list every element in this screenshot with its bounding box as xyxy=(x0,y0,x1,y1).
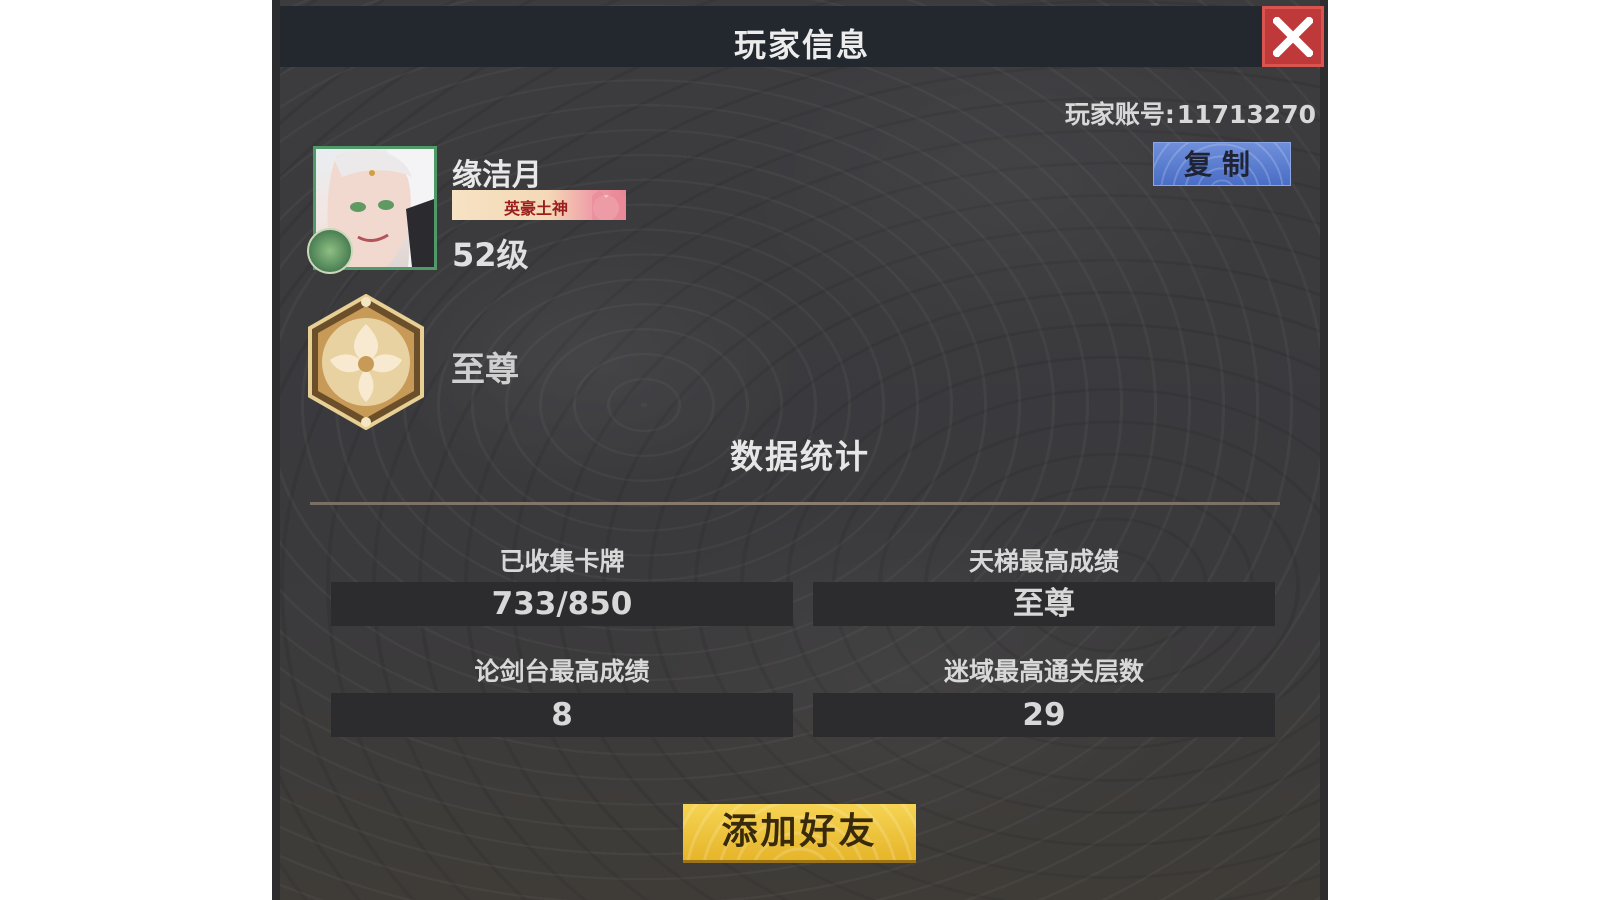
title-tag-decoration-icon xyxy=(592,190,626,220)
stats-heading: 数据统计 xyxy=(730,437,870,476)
title-tag-text: 英豪土神 xyxy=(504,199,569,218)
stat-label-cards: 已收集卡牌 xyxy=(499,547,625,576)
add-friend-button[interactable]: 添加好友 xyxy=(683,804,916,860)
title-bar: 玩家信息 xyxy=(280,6,1324,67)
account-label: 玩家账号: xyxy=(1064,100,1175,129)
stat-label-ladder: 天梯最高成绩 xyxy=(968,547,1119,576)
player-name: 缘洁月 xyxy=(452,158,542,193)
stat-value-cards: 733/850 xyxy=(331,582,793,626)
account-id: 11713270 xyxy=(1176,100,1316,129)
avatar-frame-badge xyxy=(307,228,353,274)
rank-emblem-icon xyxy=(308,294,424,430)
divider xyxy=(310,502,1280,505)
player-level: 52级 xyxy=(452,236,529,274)
rank-name: 至尊 xyxy=(451,350,519,390)
account-info: 玩家账号:11713270 xyxy=(1065,95,1316,131)
close-button[interactable] xyxy=(1262,6,1324,67)
stat-value-arena: 8 xyxy=(331,693,793,737)
stat-label-arena: 论剑台最高成绩 xyxy=(474,657,650,686)
close-icon xyxy=(1273,17,1313,57)
window-title: 玩家信息 xyxy=(733,26,870,64)
copy-button[interactable]: 复制 xyxy=(1153,142,1291,186)
stat-value-ladder: 至尊 xyxy=(813,582,1275,626)
stat-label-maze: 迷域最高通关层数 xyxy=(943,657,1144,686)
player-title-tag: 英豪土神 xyxy=(452,190,626,220)
stat-value-maze: 29 xyxy=(813,693,1275,737)
